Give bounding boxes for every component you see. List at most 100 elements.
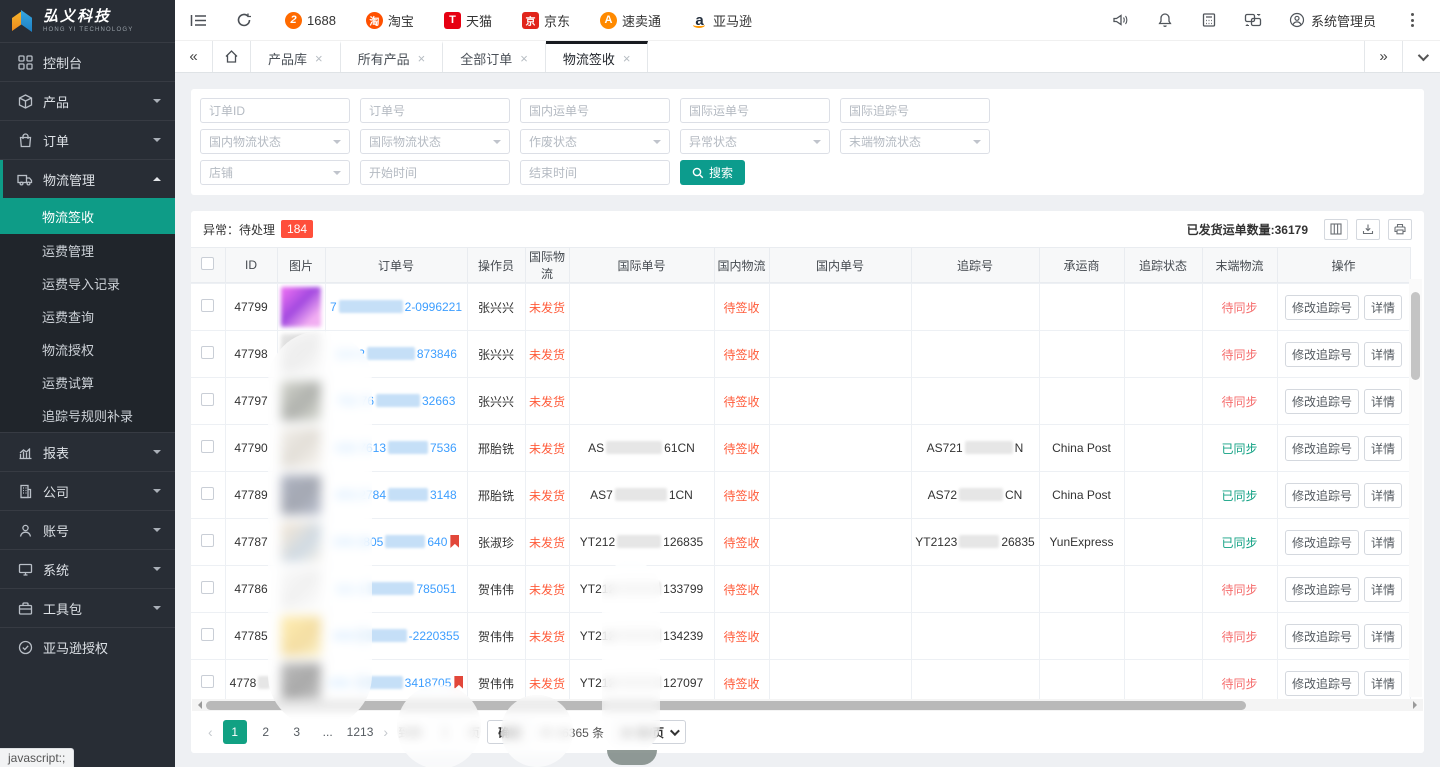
order-link[interactable]: 403-27843148 bbox=[335, 488, 456, 502]
end-time-input[interactable] bbox=[520, 160, 670, 185]
terminal-logistics-status-select[interactable]: 末端物流状态 bbox=[840, 129, 990, 154]
modify-tracking-button[interactable]: 修改追踪号 bbox=[1285, 295, 1359, 320]
marketplace-link-1688[interactable]: 21688 bbox=[285, 12, 336, 29]
order-link[interactable]: 114-2873846 bbox=[335, 347, 457, 361]
row-checkbox[interactable] bbox=[201, 440, 214, 453]
marketplace-link-taobao[interactable]: 淘淘宝 bbox=[366, 11, 414, 30]
detail-button[interactable]: 详情 bbox=[1364, 295, 1402, 320]
column-settings-icon[interactable] bbox=[1324, 219, 1348, 240]
notification-bell-icon[interactable] bbox=[1143, 0, 1187, 40]
order-link[interactable]: 408-2220355 bbox=[333, 629, 460, 643]
more-menu-icon[interactable] bbox=[1390, 0, 1434, 40]
modify-tracking-button[interactable]: 修改追踪号 bbox=[1285, 577, 1359, 602]
modify-tracking-button[interactable]: 修改追踪号 bbox=[1285, 483, 1359, 508]
order-id-input[interactable] bbox=[200, 98, 350, 123]
sidebar-subitem-freight-query[interactable]: 运费查询 bbox=[0, 300, 175, 333]
modify-tracking-button[interactable]: 修改追踪号 bbox=[1285, 342, 1359, 367]
sidebar-item-amazon-auth[interactable]: 亚马逊授权 bbox=[0, 627, 175, 666]
marketplace-link-aliexpress[interactable]: A速卖通 bbox=[600, 11, 661, 30]
row-checkbox[interactable] bbox=[201, 581, 214, 594]
exception-status-select[interactable]: 异常状态 bbox=[680, 129, 830, 154]
detail-button[interactable]: 详情 bbox=[1364, 389, 1402, 414]
order-no-input[interactable] bbox=[360, 98, 510, 123]
modify-tracking-button[interactable]: 修改追踪号 bbox=[1285, 624, 1359, 649]
marketplace-link-amazon[interactable]: a亚马逊 bbox=[691, 11, 752, 30]
sidebar-subitem-freight-import-log[interactable]: 运费导入记录 bbox=[0, 267, 175, 300]
tabs-menu-chevron-icon[interactable] bbox=[1402, 41, 1440, 72]
start-time-input[interactable] bbox=[360, 160, 510, 185]
order-link[interactable]: 026-76137536 bbox=[335, 441, 456, 455]
search-button[interactable]: 搜索 bbox=[680, 160, 745, 185]
user-menu[interactable]: 系统管理员 bbox=[1275, 0, 1390, 40]
domestic-logistics-status-select[interactable]: 国内物流状态 bbox=[200, 129, 350, 154]
detail-button[interactable]: 详情 bbox=[1364, 671, 1402, 696]
sidebar-item-accounts[interactable]: 账号 bbox=[0, 510, 175, 549]
detail-button[interactable]: 详情 bbox=[1364, 530, 1402, 555]
row-checkbox[interactable] bbox=[201, 487, 214, 500]
tab-logistics-signoff[interactable]: 物流签收× bbox=[546, 41, 649, 72]
sidebar-subitem-logistics-auth[interactable]: 物流授权 bbox=[0, 333, 175, 366]
detail-button[interactable]: 详情 bbox=[1364, 436, 1402, 461]
sidebar-subitem-freight-management[interactable]: 运费管理 bbox=[0, 234, 175, 267]
sidebar-item-reports[interactable]: 报表 bbox=[0, 432, 175, 471]
page-3[interactable]: 3 bbox=[285, 720, 309, 744]
marketplace-link-tmall[interactable]: T天猫 bbox=[444, 11, 492, 30]
menu-fold-icon[interactable] bbox=[175, 0, 221, 40]
exception-pending-badge[interactable]: 184 bbox=[281, 220, 313, 238]
currency-exchange-icon[interactable] bbox=[1231, 0, 1275, 40]
sidebar-subitem-logistics-signoff[interactable]: 物流签收 bbox=[0, 198, 175, 234]
page-2[interactable]: 2 bbox=[254, 720, 278, 744]
modify-tracking-button[interactable]: 修改追踪号 bbox=[1285, 671, 1359, 696]
per-page-select[interactable]: 30 条/页 bbox=[611, 720, 686, 744]
modify-tracking-button[interactable]: 修改追踪号 bbox=[1285, 389, 1359, 414]
sidebar-subitem-tracking-rule[interactable]: 追踪号规则补录 bbox=[0, 399, 175, 432]
close-icon[interactable]: × bbox=[520, 51, 528, 66]
select-all-checkbox[interactable] bbox=[201, 257, 214, 270]
tab-all-products[interactable]: 所有产品× bbox=[341, 41, 444, 72]
order-link[interactable]: 111-1785051 bbox=[336, 582, 457, 596]
home-tab-icon[interactable] bbox=[213, 41, 251, 72]
sidebar-item-system[interactable]: 系统 bbox=[0, 549, 175, 588]
prev-page-icon[interactable]: ‹ bbox=[205, 724, 216, 740]
order-link[interactable]: 408-3418705 bbox=[329, 676, 452, 690]
close-icon[interactable]: × bbox=[623, 51, 631, 66]
vertical-scrollbar[interactable] bbox=[1409, 279, 1422, 697]
sidebar-subitem-freight-trial[interactable]: 运费试算 bbox=[0, 366, 175, 399]
refresh-icon[interactable] bbox=[221, 0, 267, 40]
order-link[interactable]: 702-7632663 bbox=[337, 394, 456, 408]
detail-button[interactable]: 详情 bbox=[1364, 342, 1402, 367]
row-checkbox[interactable] bbox=[201, 346, 214, 359]
detail-button[interactable]: 详情 bbox=[1364, 483, 1402, 508]
page-last[interactable]: 1213 bbox=[347, 720, 374, 744]
domestic-waybill-input[interactable] bbox=[520, 98, 670, 123]
sidebar-item-logistics[interactable]: 物流管理 bbox=[0, 159, 175, 198]
sidebar-item-company[interactable]: 公司 bbox=[0, 471, 175, 510]
page-1[interactable]: 1 bbox=[223, 720, 247, 744]
tab-all-orders[interactable]: 全部订单× bbox=[443, 41, 546, 72]
intl-logistics-status-select[interactable]: 国际物流状态 bbox=[360, 129, 510, 154]
sidebar-item-toolkit[interactable]: 工具包 bbox=[0, 588, 175, 627]
sidebar-item-products[interactable]: 产品 bbox=[0, 81, 175, 120]
row-checkbox[interactable] bbox=[201, 299, 214, 312]
calculator-icon[interactable] bbox=[1187, 0, 1231, 40]
modify-tracking-button[interactable]: 修改追踪号 bbox=[1285, 530, 1359, 555]
modify-tracking-button[interactable]: 修改追踪号 bbox=[1285, 436, 1359, 461]
void-status-select[interactable]: 作废状态 bbox=[520, 129, 670, 154]
marketplace-link-jd[interactable]: 京京东 bbox=[522, 11, 570, 30]
tabs-scroll-left-icon[interactable]: « bbox=[175, 41, 213, 72]
row-checkbox[interactable] bbox=[201, 393, 214, 406]
row-checkbox[interactable] bbox=[201, 628, 214, 641]
next-page-icon[interactable]: › bbox=[380, 724, 391, 740]
detail-button[interactable]: 详情 bbox=[1364, 577, 1402, 602]
tabs-scroll-right-icon[interactable]: » bbox=[1364, 41, 1402, 72]
horizontal-scrollbar[interactable] bbox=[192, 699, 1423, 711]
order-link[interactable]: 72-0996221 bbox=[330, 300, 462, 314]
export-icon[interactable] bbox=[1356, 219, 1380, 240]
sidebar-item-dashboard[interactable]: 控制台 bbox=[0, 42, 175, 81]
row-checkbox[interactable] bbox=[201, 675, 214, 688]
intl-waybill-input[interactable] bbox=[680, 98, 830, 123]
goto-confirm-button[interactable]: 确定 bbox=[487, 720, 533, 744]
print-icon[interactable] bbox=[1388, 219, 1412, 240]
row-checkbox[interactable] bbox=[201, 534, 214, 547]
detail-button[interactable]: 详情 bbox=[1364, 624, 1402, 649]
